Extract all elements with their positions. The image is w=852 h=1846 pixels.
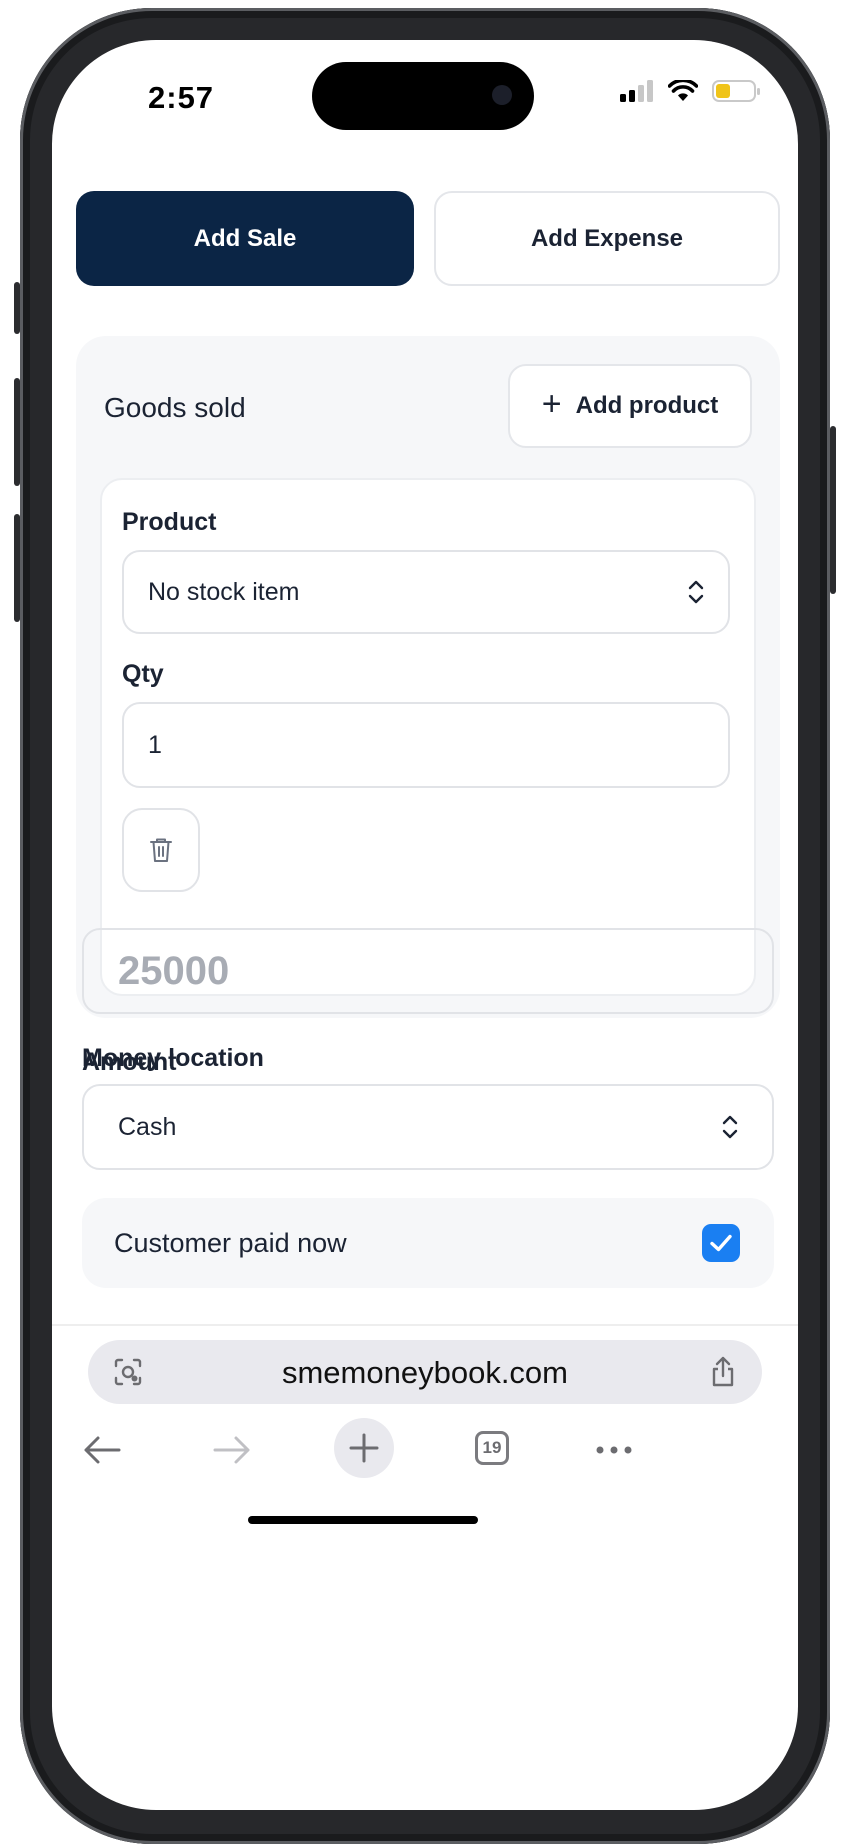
money-location-select[interactable]: Cash	[82, 1084, 774, 1170]
arrow-right-icon	[213, 1436, 250, 1464]
product-select-value: No stock item	[148, 577, 300, 606]
camera-lens	[492, 85, 512, 105]
phone-screen: 2:57 Add Sale Add Expense Goods sold + A…	[52, 40, 798, 1810]
product-select[interactable]: No stock item	[122, 550, 730, 634]
qty-label: Qty	[122, 660, 164, 688]
status-time: 2:57	[148, 80, 215, 115]
checkmark-icon	[710, 1234, 732, 1252]
tabs-button[interactable]: 19	[472, 1428, 512, 1468]
goods-sold-title: Goods sold	[104, 392, 246, 423]
customer-paid-row[interactable]: Customer paid now	[82, 1198, 774, 1288]
add-product-button[interactable]: + Add product	[508, 364, 752, 448]
amount-input[interactable]: 25000	[82, 928, 774, 1014]
more-icon	[596, 1446, 632, 1454]
action-button	[14, 282, 20, 334]
power-button	[830, 426, 836, 594]
money-location-value: Cash	[118, 1112, 177, 1141]
more-button[interactable]	[592, 1428, 636, 1472]
home-indicator	[248, 1516, 478, 1524]
status-icons	[620, 80, 760, 102]
tab-add-sale[interactable]: Add Sale	[76, 191, 414, 286]
chevron-up-down-icon	[688, 580, 704, 604]
trash-icon	[150, 838, 172, 862]
goods-sold-section: Goods sold + Add product Product No stoc…	[76, 336, 780, 1018]
customer-paid-label: Customer paid now	[114, 1228, 347, 1258]
money-location-label: Money location	[82, 1044, 264, 1072]
tab-add-expense[interactable]: Add Expense	[434, 191, 780, 286]
share-icon[interactable]	[710, 1356, 736, 1388]
plus-icon: +	[541, 385, 562, 423]
new-tab-button[interactable]	[334, 1418, 394, 1478]
browser-nav-bar: 19	[52, 1416, 798, 1496]
arrow-left-icon	[84, 1436, 121, 1464]
back-button[interactable]	[80, 1428, 124, 1472]
product-label: Product	[122, 508, 217, 536]
qty-input[interactable]: 1	[122, 702, 730, 788]
customer-paid-checkbox[interactable]	[702, 1224, 740, 1262]
url-text: smemoneybook.com	[281, 1355, 568, 1390]
volume-up-button	[14, 378, 20, 486]
tabs-count-icon: 19	[475, 1431, 509, 1465]
delete-product-button[interactable]	[122, 808, 200, 892]
product-line-item: Product No stock item Qty 1	[100, 478, 756, 996]
volume-down-button	[14, 514, 20, 622]
signal-icon	[620, 80, 653, 102]
forward-button[interactable]	[210, 1428, 254, 1472]
add-product-label: Add product	[575, 392, 719, 419]
dynamic-island	[312, 62, 534, 130]
url-bar[interactable]: smemoneybook.com	[88, 1340, 762, 1404]
battery-level	[716, 84, 730, 98]
browser-divider	[52, 1324, 798, 1326]
wifi-icon	[668, 80, 698, 101]
chevron-up-down-icon	[722, 1115, 738, 1139]
battery-icon	[712, 80, 760, 102]
plus-icon	[349, 1433, 379, 1463]
